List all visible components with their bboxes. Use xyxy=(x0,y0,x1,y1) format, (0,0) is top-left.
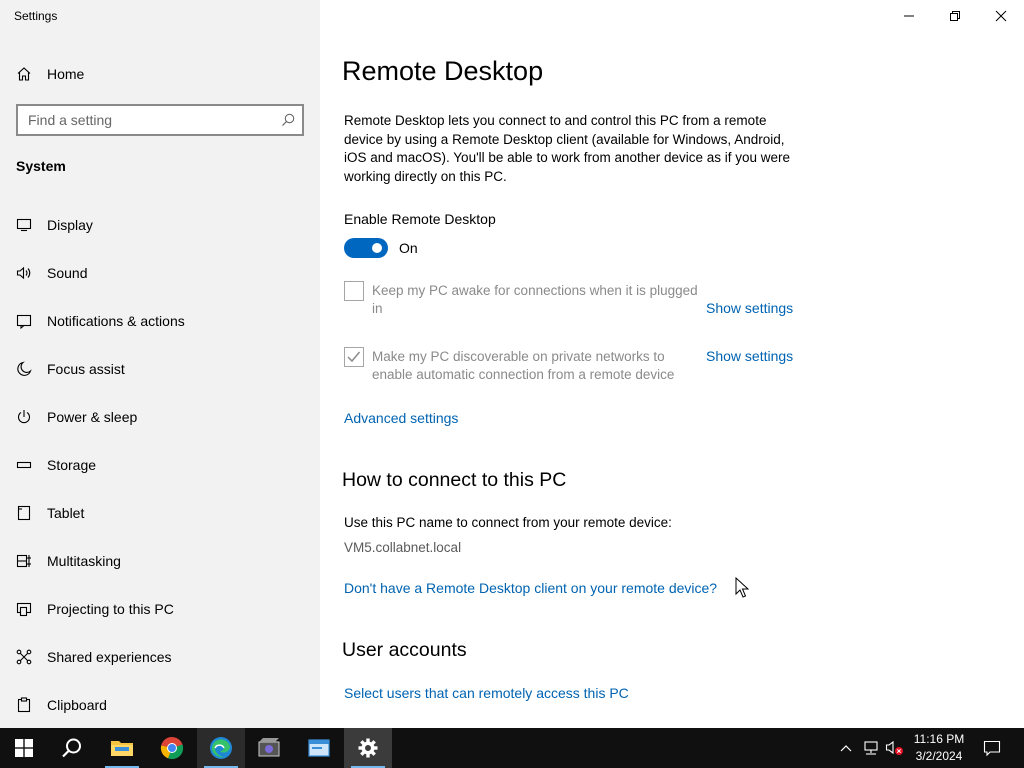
keep-awake-label: Keep my PC awake for connections when it… xyxy=(372,283,698,316)
search-input[interactable] xyxy=(18,106,276,134)
chevron-up-icon xyxy=(840,745,852,752)
sidebar-item-label: Focus assist xyxy=(47,361,125,377)
sidebar: Settings Home System Display Sound Notif… xyxy=(0,0,320,728)
checkmark-icon xyxy=(347,351,361,363)
media-app-icon xyxy=(258,738,280,757)
storage-icon xyxy=(16,457,32,473)
sidebar-item-multitasking[interactable]: Multitasking xyxy=(16,549,306,573)
remote-desktop-client-link[interactable]: Don't have a Remote Desktop client on yo… xyxy=(344,580,717,596)
connect-text: Use this PC name to connect from your re… xyxy=(344,515,672,530)
show-hidden-icons-button[interactable] xyxy=(836,728,856,768)
sound-icon xyxy=(16,265,32,281)
sidebar-item-clipboard[interactable]: Clipboard xyxy=(16,693,306,717)
sidebar-item-focus-assist[interactable]: Focus assist xyxy=(16,357,306,381)
shared-experiences-icon xyxy=(16,649,32,665)
search-icon xyxy=(62,738,81,758)
keep-awake-show-settings-link[interactable]: Show settings xyxy=(706,300,793,316)
settings-icon xyxy=(358,738,378,758)
taskbar: 11:16 PM 3/2/2024 xyxy=(0,728,1024,768)
advanced-settings-link[interactable]: Advanced settings xyxy=(344,410,458,426)
home-label: Home xyxy=(47,66,85,82)
window-app-icon xyxy=(308,739,330,757)
page-title: Remote Desktop xyxy=(342,56,544,86)
discoverable-label: Make my PC discoverable on private netwo… xyxy=(372,349,675,382)
search-icon[interactable] xyxy=(280,112,296,128)
clock-date: 3/2/2024 xyxy=(915,749,963,763)
search-box[interactable] xyxy=(16,104,304,136)
network-tray-button[interactable] xyxy=(860,728,882,768)
discoverable-show-settings-link[interactable]: Show settings xyxy=(706,348,793,364)
chrome-button[interactable] xyxy=(148,728,196,768)
sidebar-item-label: Shared experiences xyxy=(47,649,172,665)
description: Remote Desktop lets you connect to and c… xyxy=(344,113,791,184)
sidebar-item-label: Notifications & actions xyxy=(47,313,185,329)
sidebar-item-label: Sound xyxy=(47,265,88,281)
projecting-icon xyxy=(16,601,32,617)
sidebar-item-tablet[interactable]: Tablet xyxy=(16,501,306,525)
mouse-cursor-icon xyxy=(735,577,749,598)
sidebar-item-label: Display xyxy=(47,217,93,233)
settings-window: Settings Home System Display Sound Notif… xyxy=(0,0,1024,728)
power-icon xyxy=(16,409,32,425)
sidebar-item-notifications[interactable]: Notifications & actions xyxy=(16,309,306,333)
chrome-icon xyxy=(160,736,184,760)
media-app-button[interactable] xyxy=(245,728,293,768)
sidebar-item-sound[interactable]: Sound xyxy=(16,261,306,285)
sidebar-item-power-sleep[interactable]: Power & sleep xyxy=(16,405,306,429)
sidebar-item-display[interactable]: Display xyxy=(16,213,306,237)
enable-remote-desktop-toggle[interactable] xyxy=(344,238,388,258)
home-icon xyxy=(17,67,31,81)
action-center-button[interactable] xyxy=(978,728,1006,768)
sidebar-item-storage[interactable]: Storage xyxy=(16,453,306,477)
enable-remote-desktop-label: Enable Remote Desktop xyxy=(344,211,496,227)
pc-name: VM5.collabnet.local xyxy=(344,540,462,555)
main-content: Remote Desktop Remote Desktop lets you c… xyxy=(320,0,1024,728)
sidebar-item-label: Power & sleep xyxy=(47,409,138,425)
sidebar-home[interactable]: Home xyxy=(16,62,84,86)
display-icon xyxy=(16,217,32,233)
user-accounts-heading: User accounts xyxy=(342,639,467,661)
connect-heading: How to connect to this PC xyxy=(342,469,567,491)
discoverable-checkbox[interactable] xyxy=(344,347,364,367)
window-app-button[interactable] xyxy=(295,728,343,768)
toggle-knob xyxy=(372,243,382,253)
app-title: Settings xyxy=(14,9,58,23)
file-explorer-icon xyxy=(111,741,133,756)
section-title: System xyxy=(16,158,66,174)
edge-icon xyxy=(210,737,232,759)
taskbar-search-button[interactable] xyxy=(48,728,96,768)
sidebar-item-label: Multitasking xyxy=(47,553,121,569)
sidebar-item-label: Clipboard xyxy=(47,697,107,713)
start-button[interactable] xyxy=(0,728,48,768)
notification-center-icon xyxy=(983,740,1001,757)
sidebar-item-projecting[interactable]: Projecting to this PC xyxy=(16,597,306,621)
keep-awake-checkbox[interactable] xyxy=(344,281,364,301)
network-icon xyxy=(864,741,878,755)
notifications-icon xyxy=(16,313,32,329)
file-explorer-button[interactable] xyxy=(98,728,146,768)
moon-icon xyxy=(16,361,32,377)
sidebar-item-label: Projecting to this PC xyxy=(47,601,174,617)
start-icon xyxy=(15,739,33,757)
sidebar-item-label: Tablet xyxy=(47,505,85,521)
toggle-state-label: On xyxy=(399,240,418,256)
sidebar-item-label: Storage xyxy=(47,457,97,473)
clock-time: 11:16 PM xyxy=(913,732,965,746)
multitasking-icon xyxy=(16,553,32,569)
edge-button[interactable] xyxy=(197,728,245,768)
settings-taskbar-button[interactable] xyxy=(344,728,392,768)
taskbar-clock[interactable]: 11:16 PM 3/2/2024 xyxy=(900,731,978,765)
select-users-link[interactable]: Select users that can remotely access th… xyxy=(344,685,629,701)
tablet-icon xyxy=(16,505,32,521)
sidebar-item-shared-experiences[interactable]: Shared experiences xyxy=(16,645,306,669)
clipboard-icon xyxy=(16,697,32,713)
